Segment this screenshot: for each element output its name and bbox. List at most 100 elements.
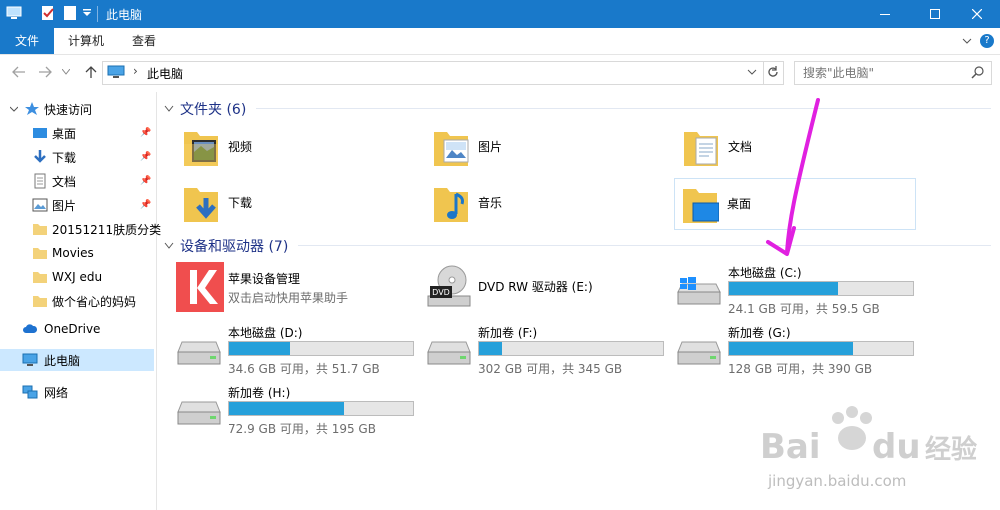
nav-item-pictures[interactable]: 图片 📌 bbox=[0, 194, 154, 216]
folder-videos[interactable]: 视频 bbox=[176, 122, 416, 172]
folder-pictures[interactable]: 图片 bbox=[426, 122, 666, 172]
drive-dvd-e[interactable]: DVD DVD RW 驱动器 (E:) bbox=[426, 262, 676, 318]
nav-item-folder[interactable]: Movies bbox=[0, 242, 154, 264]
nav-this-pc-label: 此电脑 bbox=[44, 353, 81, 368]
desktop-icon bbox=[33, 128, 47, 138]
search-input[interactable] bbox=[801, 65, 965, 81]
nav-item-desktop[interactable]: 桌面 📌 bbox=[0, 122, 154, 144]
drive-usage-bar bbox=[228, 341, 414, 356]
ribbon-tabs: 文件 计算机 查看 ? bbox=[0, 28, 1000, 55]
drive-usage-fill bbox=[479, 342, 502, 355]
folders-group-header[interactable]: 文件夹 (6) bbox=[164, 99, 246, 119]
music-folder-icon bbox=[434, 188, 468, 222]
nav-item-documents[interactable]: 文档 📌 bbox=[0, 170, 154, 192]
back-button[interactable] bbox=[10, 63, 28, 81]
tab-computer[interactable]: 计算机 bbox=[60, 28, 112, 54]
window-title: 此电脑 bbox=[106, 8, 143, 22]
drive-d[interactable]: 本地磁盘 (D:) 34.6 GB 可用，共 51.7 GB bbox=[176, 322, 426, 378]
folder-icon bbox=[33, 272, 47, 283]
download-icon bbox=[34, 150, 46, 163]
drive-name: DVD RW 驱动器 (E:) bbox=[478, 280, 593, 294]
this-pc-icon bbox=[22, 353, 38, 366]
close-button[interactable] bbox=[954, 0, 1000, 28]
folder-icon bbox=[33, 224, 47, 235]
breadcrumb-separator[interactable]: › bbox=[133, 64, 138, 78]
breadcrumb-this-pc[interactable]: 此电脑 bbox=[147, 65, 183, 82]
star-icon bbox=[25, 102, 39, 115]
properties-icon[interactable] bbox=[40, 5, 56, 21]
search-icon[interactable] bbox=[971, 66, 984, 79]
nav-this-pc[interactable]: 此电脑 bbox=[0, 349, 154, 371]
drive-g[interactable]: 新加卷 (G:) 128 GB 可用，共 390 GB bbox=[676, 322, 926, 378]
recent-locations-button[interactable] bbox=[60, 63, 72, 81]
document-icon bbox=[34, 173, 46, 189]
drive-h[interactable]: 新加卷 (H:) 72.9 GB 可用，共 195 GB bbox=[176, 382, 426, 438]
pin-icon: 📌 bbox=[140, 200, 152, 210]
videos-folder-icon bbox=[184, 132, 218, 166]
back-arrow-icon bbox=[12, 66, 25, 78]
nav-item-label: 文档 bbox=[52, 174, 77, 189]
nav-item-label: 图片 bbox=[52, 198, 77, 213]
drive-space-info: 34.6 GB 可用，共 51.7 GB bbox=[228, 362, 380, 376]
search-box[interactable] bbox=[794, 61, 992, 85]
cloud-icon bbox=[23, 324, 38, 333]
group-divider bbox=[298, 245, 991, 246]
nav-item-folder[interactable]: 20151211肤质分类 bbox=[0, 218, 161, 240]
refresh-icon[interactable] bbox=[766, 65, 780, 79]
navigation-pane: 快速访问 桌面 📌 下载 📌 文档 📌 图片 📌 20151211肤质分类 Mo… bbox=[0, 92, 161, 510]
chevron-down-icon bbox=[62, 69, 70, 75]
desktop-folder-icon bbox=[683, 189, 719, 223]
pictures-folder-icon bbox=[434, 132, 469, 166]
nav-item-label: 下载 bbox=[52, 150, 77, 165]
nav-item-label: 20151211肤质分类 bbox=[52, 222, 162, 237]
folder-music[interactable]: 音乐 bbox=[426, 178, 666, 228]
drive-usage-bar bbox=[228, 401, 414, 416]
folder-label: 图片 bbox=[478, 140, 503, 154]
devices-group-header[interactable]: 设备和驱动器 (7) bbox=[164, 236, 288, 256]
nav-quick-access[interactable]: 快速访问 bbox=[0, 98, 154, 120]
forward-arrow-icon bbox=[39, 66, 52, 78]
nav-item-folder[interactable]: WXJ edu bbox=[0, 266, 154, 288]
address-history-icon[interactable] bbox=[747, 69, 757, 76]
folder-label: 桌面 bbox=[727, 197, 752, 211]
svg-text:du: du bbox=[872, 427, 921, 467]
chevron-down-icon bbox=[164, 105, 174, 112]
tab-view[interactable]: 查看 bbox=[124, 28, 164, 54]
app-apple-device-manager[interactable]: 苹果设备管理 双击启动快用苹果助手 bbox=[176, 262, 426, 318]
nav-onedrive[interactable]: OneDrive bbox=[0, 318, 154, 340]
drive-name: 新加卷 (F:) bbox=[478, 326, 538, 340]
drive-usage-bar bbox=[728, 341, 914, 356]
drive-usage-bar bbox=[728, 281, 914, 296]
title-separator bbox=[97, 6, 98, 22]
nav-item-downloads[interactable]: 下载 📌 bbox=[0, 146, 154, 168]
folder-label: 音乐 bbox=[478, 196, 503, 210]
maximize-icon bbox=[930, 9, 940, 19]
help-icon[interactable]: ? bbox=[980, 34, 994, 48]
folder-label: 下载 bbox=[228, 196, 253, 210]
drive-usage-fill bbox=[729, 342, 853, 355]
nav-item-label: WXJ edu bbox=[52, 270, 103, 284]
hard-drive-icon bbox=[677, 341, 721, 365]
downloads-folder-icon bbox=[184, 188, 218, 222]
maximize-button[interactable] bbox=[912, 0, 958, 28]
chevron-down-icon[interactable] bbox=[10, 105, 18, 113]
nav-onedrive-label: OneDrive bbox=[44, 322, 101, 336]
minimize-button[interactable] bbox=[862, 0, 908, 28]
svg-text:经验: 经验 bbox=[925, 434, 977, 465]
up-button[interactable] bbox=[82, 63, 100, 81]
nav-item-label: Movies bbox=[52, 246, 94, 260]
minimize-icon bbox=[880, 14, 890, 15]
tab-file[interactable]: 文件 bbox=[0, 28, 54, 54]
forward-button[interactable] bbox=[36, 63, 54, 81]
nav-network[interactable]: 网络 bbox=[0, 381, 154, 403]
expand-ribbon-icon[interactable] bbox=[962, 36, 972, 46]
folder-downloads[interactable]: 下载 bbox=[176, 178, 416, 228]
drive-space-info: 72.9 GB 可用，共 195 GB bbox=[228, 422, 376, 436]
customize-toolbar-icon[interactable] bbox=[82, 8, 92, 18]
new-folder-icon[interactable] bbox=[62, 5, 78, 21]
nav-item-folder[interactable]: 做个省心的妈妈 bbox=[0, 290, 154, 312]
address-bar[interactable]: › 此电脑 bbox=[102, 61, 784, 85]
close-icon bbox=[972, 9, 982, 19]
drive-c[interactable]: 本地磁盘 (C:) 24.1 GB 可用，共 59.5 GB bbox=[676, 262, 926, 318]
drive-f[interactable]: 新加卷 (F:) 302 GB 可用，共 345 GB bbox=[426, 322, 676, 378]
